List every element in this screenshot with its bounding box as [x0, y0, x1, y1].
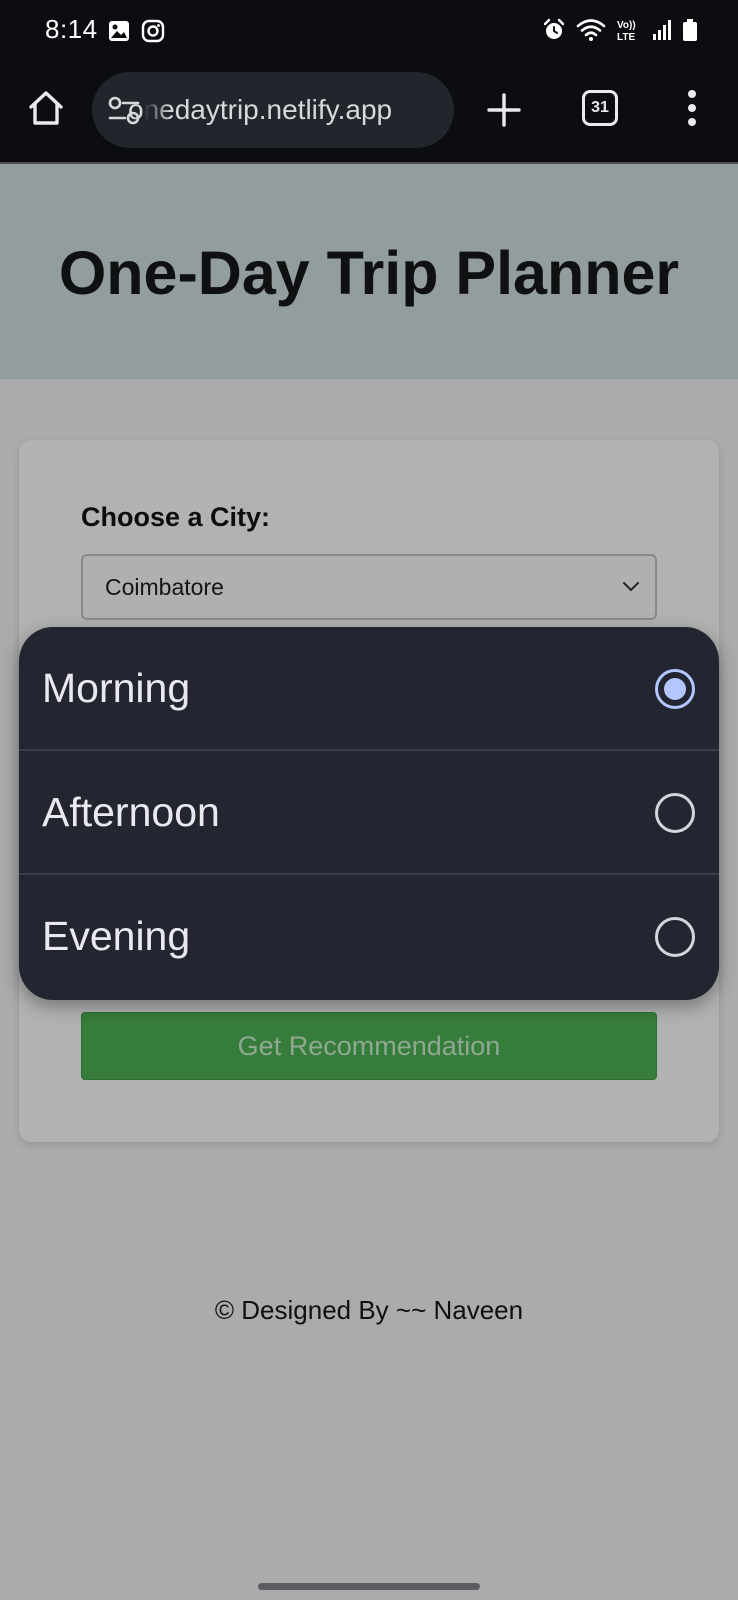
system-icons: Vo)) LTE — [542, 18, 698, 42]
wifi-icon — [576, 19, 606, 41]
page-title: One-Day Trip Planner — [58, 239, 680, 307]
url-text: onedaytrip.netlify.app — [128, 94, 393, 125]
option-morning[interactable]: Morning — [19, 627, 719, 751]
city-label: Choose a City: — [81, 502, 271, 532]
radio-unselected-icon[interactable] — [655, 793, 695, 833]
status-bar: 8:14 Vo)) LTE — [0, 0, 738, 60]
radio-unselected-icon[interactable] — [655, 917, 695, 957]
svg-text:Vo)): Vo)) — [617, 20, 636, 31]
gallery-icon — [109, 21, 129, 41]
volte-icon: Vo)) LTE — [617, 20, 636, 42]
option-afternoon[interactable]: Afternoon — [19, 751, 719, 875]
alarm-icon — [543, 18, 565, 39]
home-icon[interactable] — [26, 88, 66, 128]
status-time: 8:14 — [45, 14, 98, 44]
address-bar[interactable]: onedaytrip.netlify.app — [92, 72, 454, 148]
notification-icons — [107, 19, 165, 43]
signal-icon — [653, 20, 671, 40]
more-menu-icon[interactable] — [686, 90, 698, 130]
tab-switcher-button[interactable]: 31 — [582, 90, 618, 126]
option-label: Evening — [42, 913, 191, 959]
option-label: Afternoon — [42, 789, 220, 835]
instagram-icon — [141, 19, 165, 43]
get-recommendation-button[interactable]: Get Recommendation — [81, 1012, 657, 1080]
battery-icon — [683, 19, 697, 41]
radio-selected-icon[interactable] — [655, 669, 695, 709]
url-fade — [144, 72, 170, 148]
footer-credit: © Designed By ~~ Naveen — [214, 1295, 524, 1325]
option-label: Morning — [42, 665, 191, 711]
city-select-value: Coimbatore — [105, 574, 224, 600]
time-of-day-dropdown: Morning Afternoon Evening — [19, 627, 719, 1000]
browser-toolbar: onedaytrip.netlify.app 31 — [0, 60, 738, 164]
new-tab-icon[interactable] — [484, 90, 524, 130]
option-evening[interactable]: Evening — [19, 875, 719, 999]
city-select[interactable]: Coimbatore — [81, 554, 657, 620]
svg-text:LTE: LTE — [617, 32, 635, 42]
chevron-down-icon — [623, 582, 639, 592]
gesture-home-indicator[interactable] — [258, 1583, 480, 1590]
page-header: One-Day Trip Planner — [0, 164, 738, 379]
